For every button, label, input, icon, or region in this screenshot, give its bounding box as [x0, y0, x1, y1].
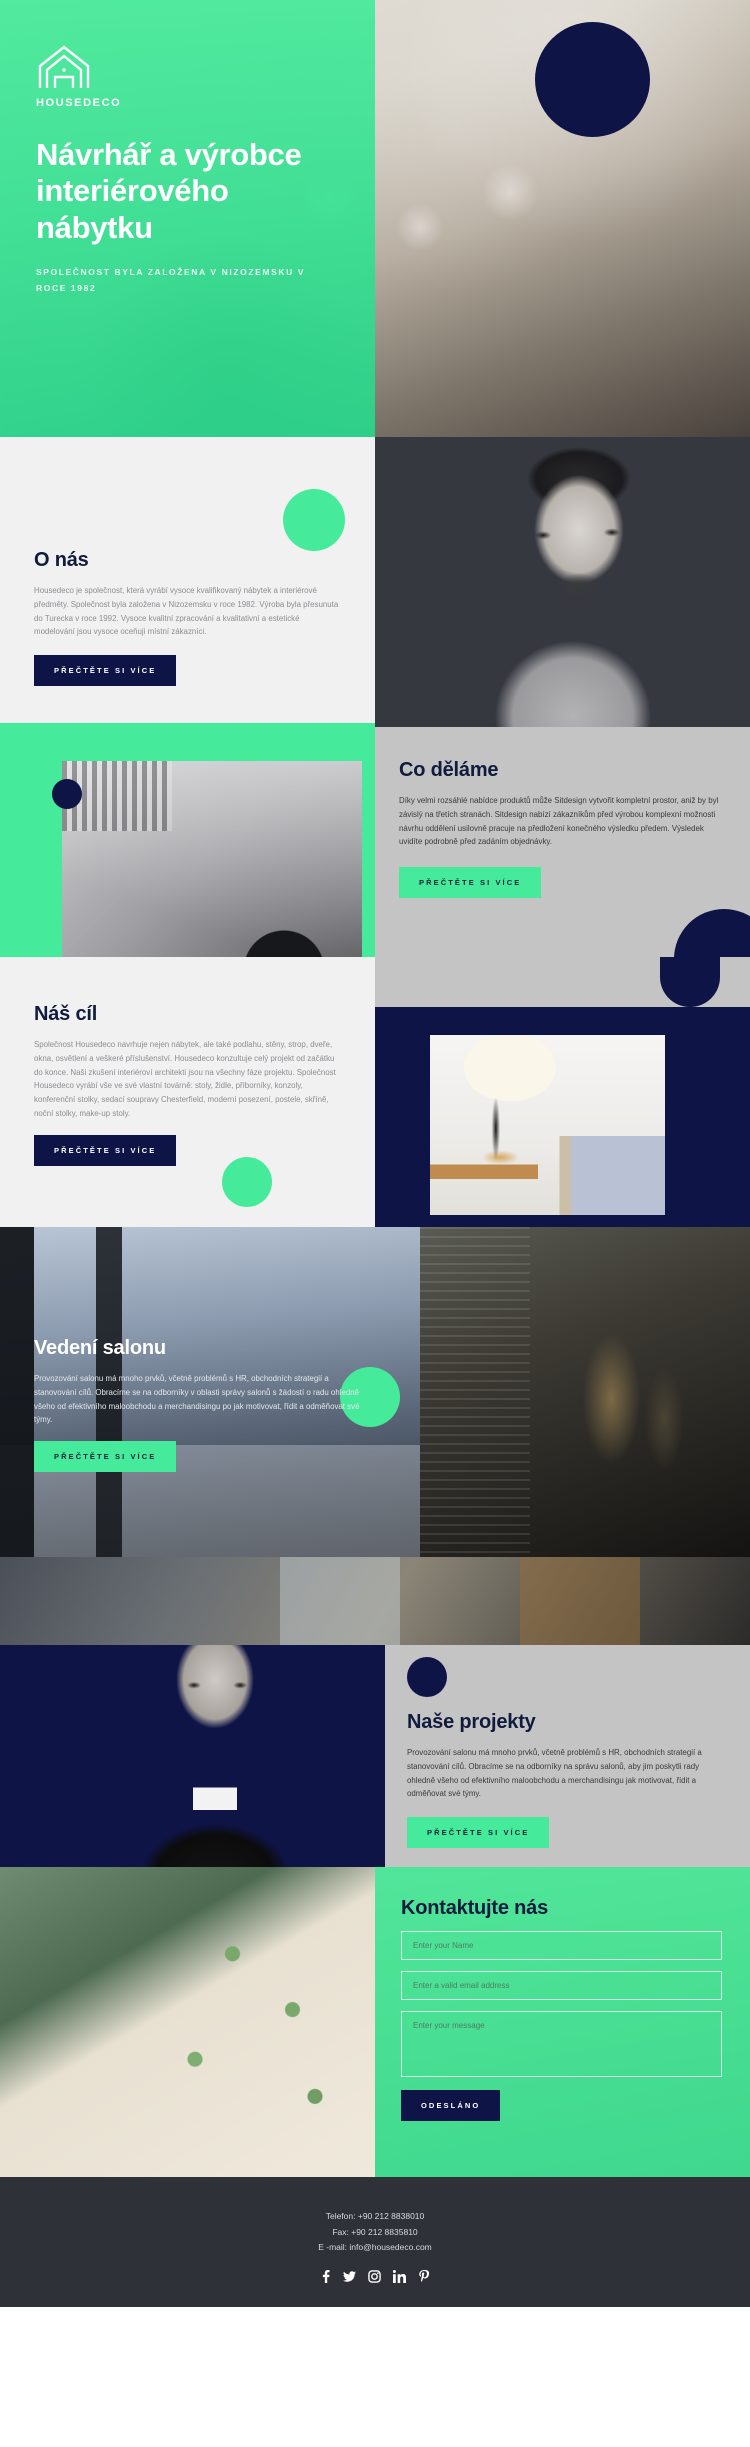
- house-outline-icon: [36, 44, 98, 92]
- social-links: [0, 2270, 750, 2284]
- decorative-navy-circle: [407, 1657, 447, 1697]
- hero-subtitle: SPOLEČNOST BYLA ZALOŽENA V NIZOZEMSKU V …: [36, 266, 306, 293]
- what-we-do-body: Díky velmi rozsáhlé nabídce produktů můž…: [399, 796, 719, 847]
- what-we-do-title: Co děláme: [399, 759, 499, 781]
- projects-text-panel: Naše projekty Provozování salonu má mnoh…: [385, 1645, 750, 1867]
- about-title: O nás: [34, 549, 89, 571]
- hero-title: Návrhář a výrobce interiérového nábytku: [36, 137, 302, 245]
- contact-title: Kontaktujte nás: [401, 1897, 549, 1919]
- our-goal-body: Společnost Housedeco navrhuje nejen náby…: [34, 1040, 336, 1119]
- footer-phone: Telefon: +90 212 8838010: [325, 2211, 425, 2221]
- brand-logo[interactable]: HOUSEDECO: [36, 44, 122, 109]
- projects-body: Provozování salonu má mnoho prvků, včetn…: [407, 1748, 702, 1799]
- decorative-green-circle: [283, 489, 345, 551]
- bedroom-lamp-photo: [430, 1035, 665, 1215]
- coat-rack-photo: [420, 1227, 750, 1557]
- site-footer: Telefon: +90 212 8838010 Fax: +90 212 88…: [0, 2177, 750, 2307]
- salon-title: Vedení salonu: [34, 1337, 166, 1359]
- portrait-photo-senior-man: [110, 1645, 320, 1867]
- instagram-icon[interactable]: [368, 2270, 381, 2283]
- our-projects-section: Naše projekty Provozování salonu má mnoh…: [0, 1557, 750, 1867]
- twitter-icon[interactable]: [343, 2270, 356, 2283]
- our-goal-title: Náš cíl: [34, 1003, 98, 1025]
- cactus-cushion-photo: [0, 1867, 375, 2177]
- about-body: Housedeco je společnost, která vyrábí vy…: [34, 586, 339, 637]
- hero-section: HOUSEDECO Návrhář a výrobce interiérovéh…: [0, 0, 750, 437]
- projects-title: Naše projekty: [407, 1711, 536, 1733]
- decorative-navy-circle: [674, 909, 750, 957]
- about-read-more-button[interactable]: PŘEČTĚTE SI VÍCE: [34, 655, 177, 687]
- what-we-do-section: Co děláme Díky velmi rozsáhlé nabídce pr…: [0, 727, 750, 1061]
- about-text-panel: O nás Housedeco je společnost, která vyr…: [0, 437, 375, 727]
- contact-name-input[interactable]: [401, 1931, 722, 1960]
- facebook-icon[interactable]: [320, 2270, 331, 2284]
- our-goal-section: Náš cíl Společnost Housedeco navrhuje ne…: [0, 957, 750, 1227]
- projects-image-panel: [0, 1645, 385, 1867]
- pinterest-icon[interactable]: [418, 2270, 430, 2283]
- salon-management-section: Vedení salonu Provozování salonu má mnoh…: [0, 1227, 750, 1557]
- contact-email-input[interactable]: [401, 1971, 722, 2000]
- decorative-navy-circle: [52, 779, 82, 809]
- salon-read-more-button[interactable]: PŘEČTĚTE SI VÍCE: [34, 1441, 177, 1473]
- what-we-do-text-panel: Co děláme Díky velmi rozsáhlé nabídce pr…: [375, 727, 750, 957]
- linkedin-icon[interactable]: [393, 2270, 406, 2284]
- what-we-do-read-more-button[interactable]: PŘEČTĚTE SI VÍCE: [399, 867, 542, 899]
- projects-read-more-button[interactable]: PŘEČTĚTE SI VÍCE: [407, 1817, 550, 1849]
- portrait-photo-young-man: [423, 445, 723, 727]
- about-image-panel: [375, 437, 750, 727]
- contact-section: Kontaktujte nás ODESLÁNO: [0, 1867, 750, 2177]
- salon-body: Provozování salonu má mnoho prvků, včetn…: [34, 1374, 360, 1425]
- brand-name: HOUSEDECO: [36, 97, 122, 109]
- what-we-do-image-panel: [0, 727, 375, 1061]
- decorative-navy-circle: [535, 22, 650, 137]
- goal-text-panel: Náš cíl Společnost Housedeco navrhuje ne…: [0, 957, 375, 1227]
- decorative-green-circle: [222, 1157, 272, 1207]
- footer-email: E -mail: info@housedeco.com: [318, 2242, 432, 2253]
- contact-submit-button[interactable]: ODESLÁNO: [401, 2090, 501, 2121]
- about-section: O nás Housedeco je společnost, která vyr…: [0, 437, 750, 727]
- contact-message-input[interactable]: [401, 2011, 722, 2077]
- desk-scene-photo: [0, 1557, 750, 1645]
- footer-fax: Fax: +90 212 8835810: [332, 2226, 418, 2237]
- our-goal-read-more-button[interactable]: PŘEČTĚTE SI VÍCE: [34, 1134, 177, 1166]
